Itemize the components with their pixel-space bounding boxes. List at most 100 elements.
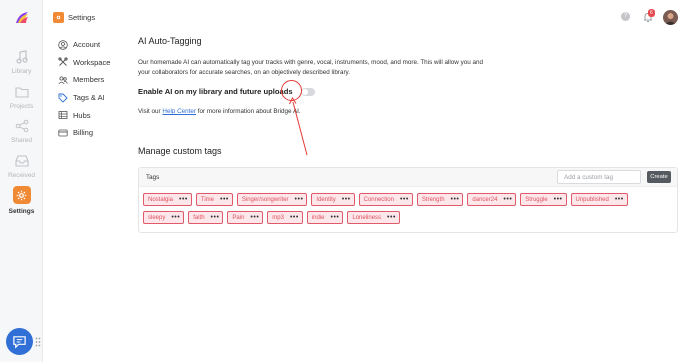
tag-chip[interactable]: Identity ••• bbox=[311, 193, 355, 206]
gear-icon bbox=[53, 12, 64, 23]
more-options-icon[interactable]: ••• bbox=[554, 196, 563, 203]
create-tag-button[interactable]: Create bbox=[647, 171, 671, 183]
settings-nav-hubs[interactable]: Hubs bbox=[58, 106, 138, 124]
list-icon bbox=[58, 111, 68, 120]
tags-header-label: Tags bbox=[146, 174, 160, 181]
toggle-knob bbox=[301, 88, 308, 95]
folder-icon bbox=[14, 87, 29, 98]
settings-nav-label: Tags & AI bbox=[73, 93, 105, 103]
more-options-icon[interactable]: ••• bbox=[387, 214, 396, 221]
settings-nav-workspace[interactable]: Workspace bbox=[58, 54, 138, 72]
tag-label: mp3 bbox=[272, 214, 284, 221]
top-bar: Settings ? 6 bbox=[43, 0, 688, 34]
settings-nav-billing[interactable]: Billing bbox=[58, 124, 138, 142]
more-options-icon[interactable]: ••• bbox=[295, 196, 304, 203]
tag-chip[interactable]: faith ••• bbox=[188, 211, 224, 224]
tag-chip[interactable]: Pain ••• bbox=[227, 211, 264, 224]
more-options-icon[interactable]: ••• bbox=[171, 214, 180, 221]
rail-item-settings[interactable]: Settings bbox=[0, 186, 43, 215]
ai-toggle-label: Enable AI on my library and future uploa… bbox=[138, 87, 293, 96]
tag-chip[interactable]: Unpublished ••• bbox=[570, 193, 628, 206]
custom-tag-input[interactable] bbox=[557, 170, 641, 184]
settings-nav-members[interactable]: Members bbox=[58, 71, 138, 89]
tag-chip[interactable]: Struggle ••• bbox=[520, 193, 567, 206]
music-note-icon bbox=[15, 50, 28, 64]
settings-nav-label: Hubs bbox=[73, 110, 91, 120]
ai-toggle-switch[interactable] bbox=[300, 87, 315, 96]
more-options-icon[interactable]: ••• bbox=[451, 196, 460, 203]
tag-chip[interactable]: dancer24 ••• bbox=[467, 193, 517, 206]
more-options-icon[interactable]: ••• bbox=[211, 214, 220, 221]
tools-icon bbox=[58, 57, 68, 67]
tag-label: Loneliness bbox=[352, 214, 382, 221]
app-logo[interactable] bbox=[12, 8, 32, 28]
help-center-link[interactable]: Help Center bbox=[162, 108, 196, 115]
tag-label: Nostalgia bbox=[148, 196, 174, 203]
rail-item-received[interactable]: Received bbox=[0, 154, 43, 179]
tag-label: Singer/songwriter bbox=[241, 196, 289, 203]
rail-item-projects[interactable]: Projects bbox=[0, 85, 43, 110]
tag-chip[interactable]: indie ••• bbox=[306, 211, 344, 224]
tag-label: sleepy bbox=[148, 214, 166, 221]
tag-chip[interactable]: sleepy ••• bbox=[143, 211, 185, 224]
chat-support-button[interactable] bbox=[6, 328, 33, 355]
tag-chip[interactable]: Singer/songwriter ••• bbox=[236, 193, 308, 206]
help-icon[interactable]: ? bbox=[621, 12, 630, 21]
tag-label: dancer24 bbox=[472, 196, 498, 203]
section-title: AI Auto-Tagging bbox=[138, 36, 202, 46]
section-description: Our homemade AI can automatically tag yo… bbox=[138, 59, 483, 76]
tag-label: Strength bbox=[421, 196, 445, 203]
rail-item-library[interactable]: Library bbox=[0, 50, 43, 75]
more-options-icon[interactable]: ••• bbox=[615, 196, 624, 203]
notification-badge: 6 bbox=[648, 9, 655, 17]
tags-panel-header: Tags Create bbox=[139, 168, 677, 187]
rail-item-label: Received bbox=[7, 172, 36, 179]
tag-label: Unpublished bbox=[575, 196, 609, 203]
help-text-suffix: for more information about Bridge AI. bbox=[196, 108, 301, 115]
help-text-prefix: Visit our bbox=[138, 108, 163, 115]
credit-card-icon bbox=[58, 129, 68, 137]
tag-chip[interactable]: Strength ••• bbox=[416, 193, 464, 206]
tag-chip[interactable]: Connection ••• bbox=[358, 193, 413, 206]
tag-icon bbox=[58, 93, 68, 103]
drag-handle-icon[interactable] bbox=[35, 337, 41, 347]
tags-panel: Tags Create Nostalgia•••Time•••Singer/so… bbox=[138, 167, 678, 233]
more-options-icon[interactable]: ••• bbox=[400, 196, 409, 203]
settings-nav-label: Billing bbox=[73, 128, 94, 138]
page-title: Settings bbox=[68, 13, 96, 22]
more-options-icon[interactable]: ••• bbox=[179, 196, 188, 203]
settings-nav: Account Workspace Members Tags & AI Hubs… bbox=[58, 36, 138, 142]
more-options-icon[interactable]: ••• bbox=[290, 214, 299, 221]
app-rail: Library Projects Shared Received Setting… bbox=[0, 0, 43, 362]
more-options-icon[interactable]: ••• bbox=[220, 196, 229, 203]
more-options-icon[interactable]: ••• bbox=[503, 196, 512, 203]
tag-label: Time bbox=[200, 196, 214, 203]
settings-nav-label: Workspace bbox=[73, 57, 111, 67]
avatar[interactable] bbox=[663, 10, 678, 25]
settings-nav-label: Account bbox=[73, 40, 101, 50]
share-icon bbox=[15, 119, 28, 133]
tag-label: indie bbox=[311, 214, 325, 221]
chat-icon bbox=[13, 336, 26, 349]
tag-label: Struggle bbox=[525, 196, 548, 203]
annotation-circle bbox=[281, 80, 302, 101]
custom-tags-title: Manage custom tags bbox=[138, 146, 222, 156]
gear-icon bbox=[12, 186, 31, 204]
rail-item-shared[interactable]: Shared bbox=[0, 119, 43, 144]
users-icon bbox=[58, 76, 68, 85]
more-options-icon[interactable]: ••• bbox=[342, 196, 351, 203]
rail-item-label: Shared bbox=[11, 137, 32, 144]
rail-item-label: Library bbox=[11, 68, 32, 75]
tag-chip[interactable]: Time ••• bbox=[195, 193, 233, 206]
more-options-icon[interactable]: ••• bbox=[250, 214, 259, 221]
tag-label: Connection bbox=[363, 196, 394, 203]
more-options-icon[interactable]: ••• bbox=[331, 214, 340, 221]
settings-nav-account[interactable]: Account bbox=[58, 36, 138, 54]
tag-chip[interactable]: Nostalgia ••• bbox=[143, 193, 192, 206]
settings-nav-label: Members bbox=[73, 75, 105, 85]
tag-chip[interactable]: mp3 ••• bbox=[267, 211, 303, 224]
rail-item-label: Projects bbox=[9, 103, 34, 110]
tag-label: faith bbox=[193, 214, 205, 221]
tag-chip[interactable]: Loneliness ••• bbox=[347, 211, 400, 224]
settings-nav-tags-ai[interactable]: Tags & AI bbox=[58, 89, 138, 107]
